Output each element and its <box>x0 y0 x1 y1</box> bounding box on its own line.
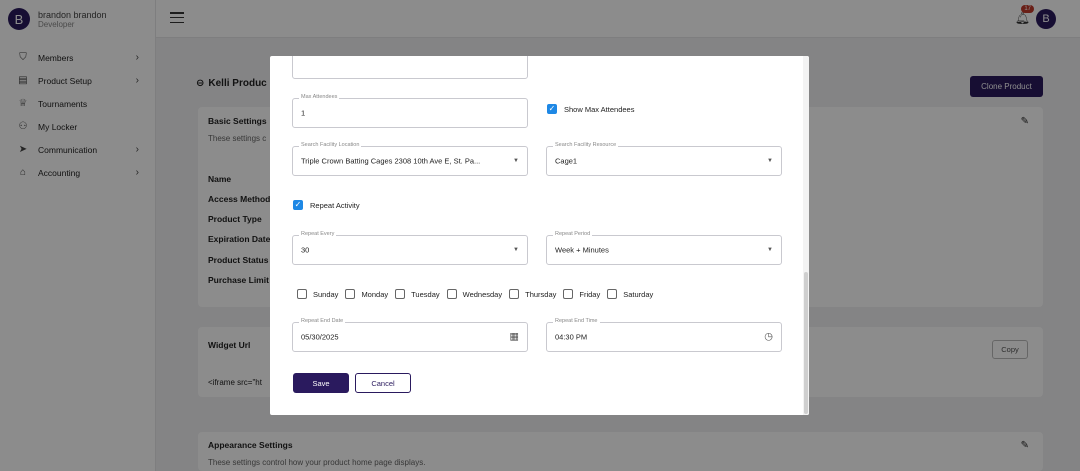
repeat-activity-label: Repeat Activity <box>310 200 360 210</box>
repeat-period-select[interactable]: Repeat Period Week + Minutes ▼ <box>546 231 782 265</box>
day-checkbox-wednesday[interactable]: Wednesday <box>446 289 503 299</box>
show-max-attendees-label: Show Max Attendees <box>564 104 635 114</box>
facility-location-select[interactable]: Search Facility Location Triple Crown Ba… <box>292 142 528 176</box>
top-partial-field[interactable] <box>292 56 528 79</box>
day-label: Saturday <box>623 289 654 299</box>
show-max-attendees-checkbox[interactable]: ✓ Show Max Attendees <box>547 104 634 114</box>
repeat-end-time-field[interactable]: Repeat End Time 04:30 PM ◷ <box>546 318 782 352</box>
checkbox-box <box>395 289 406 299</box>
cancel-button[interactable]: Cancel <box>355 373 411 393</box>
scrollbar-thumb[interactable] <box>804 272 808 414</box>
checkbox-box <box>563 289 574 299</box>
day-checkbox-monday[interactable]: Monday <box>345 289 388 299</box>
day-label: Wednesday <box>462 289 503 299</box>
facility-location-label: Search Facility Location <box>299 142 362 148</box>
repeat-end-date-label: Repeat End Date <box>299 318 346 324</box>
day-label: Friday <box>579 289 601 299</box>
repeat-period-value: Week + Minutes <box>555 245 609 255</box>
dropdown-arrow-icon: ▼ <box>767 158 773 164</box>
weekday-checkboxes: Sunday Monday Tuesday Wednesday Thursday… <box>297 289 660 299</box>
repeat-end-date-value: 05/30/2025 <box>301 332 339 342</box>
checkmark-icon: ✓ <box>293 200 303 210</box>
repeat-every-value: 30 <box>301 245 310 255</box>
checkbox-box <box>446 289 457 299</box>
day-label: Tuesday <box>411 289 440 299</box>
day-label: Sunday <box>313 289 339 299</box>
repeat-every-label: Repeat Every <box>299 231 337 237</box>
max-attendees-label: Max Attendees <box>299 94 340 100</box>
facility-resource-label: Search Facility Resource <box>553 142 619 148</box>
facility-location-value: Triple Crown Batting Cages 2308 10th Ave… <box>301 156 481 166</box>
repeat-period-label: Repeat Period <box>553 231 593 237</box>
repeat-end-time-value: 04:30 PM <box>555 332 588 342</box>
facility-resource-value: Cage1 <box>555 156 578 166</box>
repeat-activity-checkbox[interactable]: ✓ Repeat Activity <box>293 200 360 210</box>
checkbox-box <box>345 289 356 299</box>
day-label: Monday <box>361 289 389 299</box>
checkmark-icon: ✓ <box>547 104 557 114</box>
checkbox-box <box>297 289 307 299</box>
day-checkbox-sunday[interactable]: Sunday <box>297 289 338 299</box>
repeat-end-date-field[interactable]: Repeat End Date 05/30/2025 ▦ <box>292 318 528 352</box>
dropdown-arrow-icon: ▼ <box>513 247 519 253</box>
repeat-end-time-label: Repeat End Time <box>553 318 600 324</box>
max-attendees-value: 1 <box>301 108 306 118</box>
day-checkbox-saturday[interactable]: Saturday <box>607 289 653 299</box>
checkbox-box <box>607 289 618 299</box>
clock-icon[interactable]: ◷ <box>764 332 773 343</box>
day-checkbox-tuesday[interactable]: Tuesday <box>395 289 440 299</box>
repeat-activity-modal: Max Attendees 1 ✓ Show Max Attendees Sea… <box>270 56 809 415</box>
max-attendees-field[interactable]: Max Attendees 1 <box>292 94 528 128</box>
modal-scrollbar[interactable] <box>803 56 809 415</box>
facility-resource-select[interactable]: Search Facility Resource Cage1 ▼ <box>546 142 782 176</box>
checkbox-box <box>509 289 520 299</box>
day-checkbox-friday[interactable]: Friday <box>563 289 600 299</box>
calendar-icon[interactable]: ▦ <box>510 332 519 343</box>
dropdown-arrow-icon: ▼ <box>513 158 519 164</box>
day-label: Thursday <box>525 289 557 299</box>
dropdown-arrow-icon: ▼ <box>767 247 773 253</box>
repeat-every-select[interactable]: Repeat Every 30 ▼ <box>292 231 528 265</box>
day-checkbox-thursday[interactable]: Thursday <box>509 289 556 299</box>
save-button[interactable]: Save <box>293 373 349 393</box>
